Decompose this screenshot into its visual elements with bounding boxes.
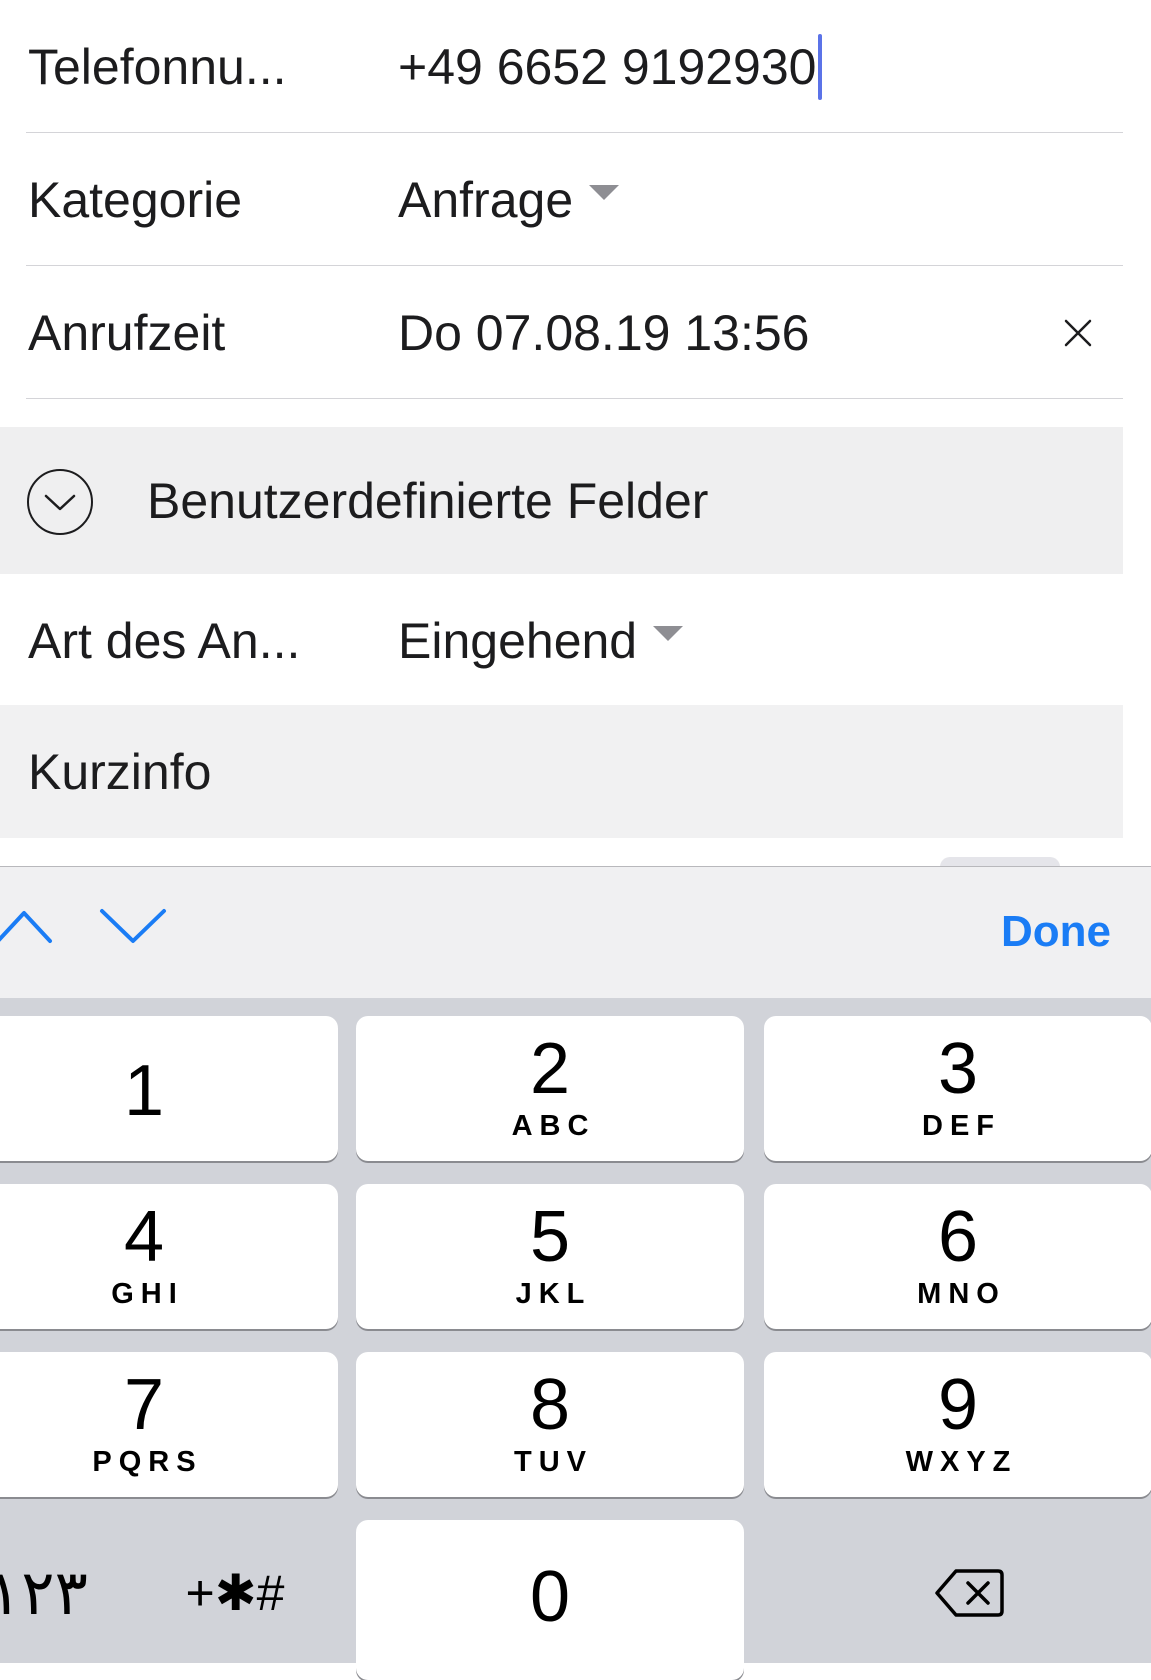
chevron-down-icon[interactable] [98, 905, 168, 950]
key-letters: TUV [514, 1446, 593, 1478]
key-letters: ABC [511, 1110, 596, 1142]
key-7[interactable]: 7 PQRS [0, 1352, 338, 1497]
text-caret [818, 33, 823, 100]
section-title: Benutzerdefinierte Felder [147, 472, 709, 529]
call-form: Telefonnu... +49 6652 9192930 Kategorie … [0, 0, 1151, 877]
backspace-icon[interactable] [900, 1520, 1040, 1665]
call-type-row[interactable]: Art des An... Eingehend [0, 574, 1123, 707]
category-label: Kategorie [28, 171, 243, 228]
call-time-value[interactable]: Do 07.08.19 13:56 [398, 304, 809, 362]
key-9[interactable]: 9 WXYZ [764, 1352, 1151, 1497]
short-info-label: Kurzinfo [28, 743, 212, 800]
key-number: 2 [529, 1029, 571, 1109]
call-type-select[interactable]: Eingehend [398, 612, 684, 670]
key-number: 8 [529, 1365, 571, 1445]
call-type-label: Art des An... [28, 612, 301, 669]
key-number: 0 [529, 1557, 571, 1637]
clear-icon[interactable] [1058, 313, 1098, 353]
key-letters: GHI [111, 1278, 184, 1310]
call-time-row[interactable]: Anrufzeit Do 07.08.19 13:56 [0, 266, 1123, 399]
key-letters: WXYZ [905, 1446, 1018, 1478]
key-number: 7 [123, 1365, 165, 1445]
done-button[interactable]: Done [1001, 907, 1111, 957]
expand-toggle-icon[interactable] [27, 469, 93, 535]
symbols-label: +✱# [185, 1564, 285, 1621]
key-8[interactable]: 8 TUV [356, 1352, 744, 1497]
short-info-field[interactable]: Kurzinfo [0, 705, 1123, 838]
key-5[interactable]: 5 JKL [356, 1184, 744, 1329]
key-number: 4 [123, 1197, 165, 1277]
key-number: 3 [937, 1029, 979, 1109]
category-select[interactable]: Anfrage [398, 171, 620, 229]
key-1[interactable]: 1 [0, 1016, 338, 1161]
key-6[interactable]: 6 MNO [764, 1184, 1151, 1329]
key-number: 6 [937, 1197, 979, 1277]
phone-value: +49 6652 9192930 [398, 38, 817, 95]
numeric-keypad: 1 2 ABC 3 DEF 4 GHI 5 JKL 6 MNO 7 PQRS 8… [0, 998, 1151, 1680]
key-number: 1 [123, 1051, 165, 1131]
dropdown-arrow-icon [653, 626, 684, 641]
category-value: Anfrage [398, 171, 574, 228]
dropdown-arrow-icon [589, 185, 620, 200]
keyboard-toolbar: Done [0, 866, 1151, 998]
custom-fields-section[interactable]: Benutzerdefinierte Felder [0, 427, 1123, 574]
key-letters: JKL [515, 1278, 592, 1310]
key-letters: DEF [922, 1110, 1001, 1142]
key-2[interactable]: 2 ABC [356, 1016, 744, 1161]
category-row[interactable]: Kategorie Anfrage [0, 133, 1123, 266]
key-0[interactable]: 0 [356, 1520, 744, 1680]
call-type-value: Eingehend [398, 612, 638, 669]
chevron-up-icon[interactable] [0, 905, 56, 950]
arabic-numerals-key[interactable]: ١٢٣ [0, 1520, 108, 1665]
symbols-key[interactable]: +✱# [150, 1520, 320, 1665]
arabic-numerals-label: ١٢٣ [0, 1559, 88, 1628]
key-letters: PQRS [92, 1446, 203, 1478]
call-time-label: Anrufzeit [28, 304, 226, 361]
key-number: 5 [529, 1197, 571, 1277]
divider [26, 397, 1123, 399]
key-number: 9 [937, 1365, 979, 1445]
phone-row[interactable]: Telefonnu... +49 6652 9192930 [0, 0, 1123, 133]
key-4[interactable]: 4 GHI [0, 1184, 338, 1329]
key-letters: MNO [917, 1278, 1006, 1310]
phone-input[interactable]: +49 6652 9192930 [398, 33, 823, 100]
phone-label: Telefonnu... [28, 38, 287, 95]
key-3[interactable]: 3 DEF [764, 1016, 1151, 1161]
